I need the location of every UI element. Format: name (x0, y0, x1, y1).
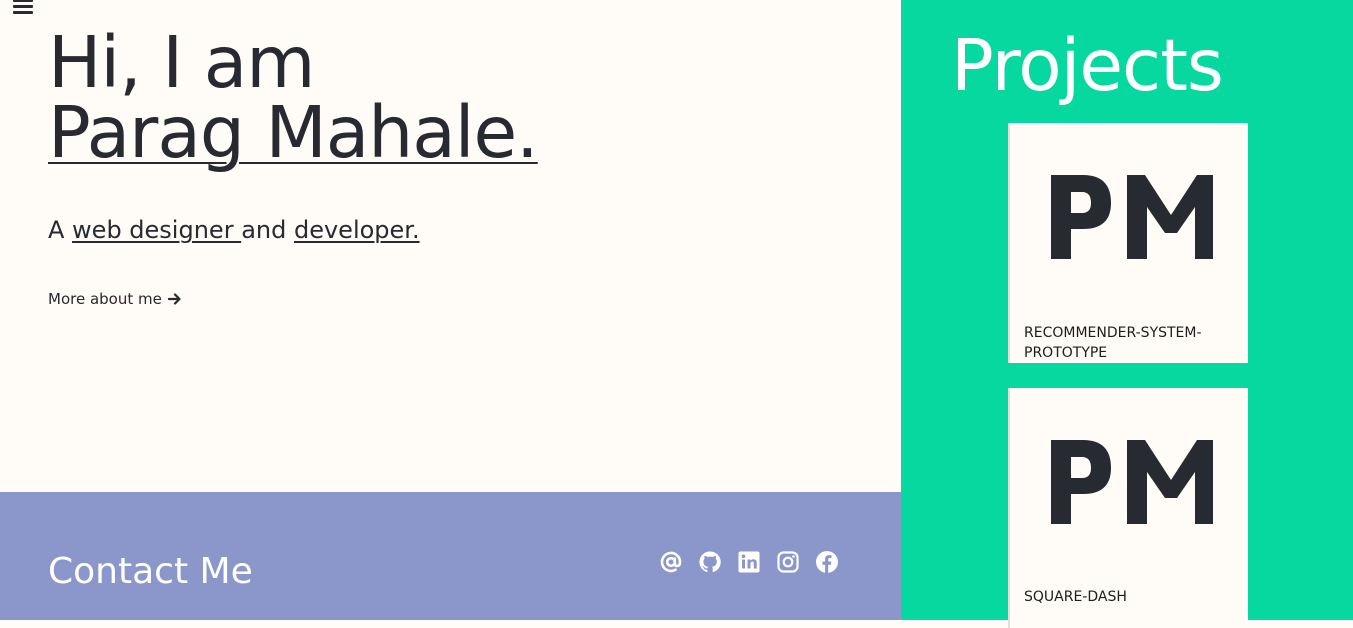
hamburger-bar (13, 11, 33, 14)
web-designer-link[interactable]: web designer (72, 216, 241, 244)
hero-tagline: A web designer and developer. (48, 214, 420, 246)
svg-text:PM: PM (1041, 167, 1064, 171)
project-card[interactable]: PM RECOMMENDER-SYSTEM-PROTOTYPE (1008, 123, 1248, 363)
hero-section: Hi, I am Parag Mahale. (48, 21, 868, 168)
linkedin-icon[interactable] (737, 550, 761, 574)
hero-name[interactable]: Parag Mahale. (48, 97, 539, 168)
social-links (659, 550, 839, 574)
more-about-me-link[interactable]: More about me (48, 290, 182, 308)
hamburger-bar (13, 5, 33, 8)
facebook-icon[interactable] (815, 550, 839, 574)
instagram-icon[interactable] (776, 550, 800, 574)
tagline-mid: and (241, 216, 294, 244)
tagline-prefix: A (48, 216, 73, 244)
hamburger-icon[interactable] (13, 0, 33, 16)
pm-logo-icon: PM (1041, 167, 1213, 259)
project-card[interactable]: PM SQUARE-DASH (1008, 388, 1248, 628)
pm-logo-icon: PM (1041, 432, 1213, 524)
contact-title: Contact Me (48, 551, 253, 592)
hamburger-bar (13, 0, 33, 2)
svg-text:PM: PM (1041, 432, 1064, 436)
project-name: RECOMMENDER-SYSTEM-PROTOTYPE (1024, 325, 1202, 361)
arrow-right-icon (167, 293, 181, 305)
more-about-me-label: More about me (48, 290, 162, 308)
github-icon[interactable] (698, 550, 722, 574)
developer-link[interactable]: developer. (294, 216, 420, 244)
hero-greeting: Hi, I am (48, 21, 315, 104)
projects-title: Projects (951, 24, 1224, 107)
at-icon[interactable] (659, 550, 683, 574)
project-name: SQUARE-DASH (1024, 589, 1127, 605)
contact-section: Contact Me (0, 492, 901, 620)
projects-section: Projects PM RECOMMENDER-SYSTEM-PROTOTYPE… (901, 0, 1353, 628)
